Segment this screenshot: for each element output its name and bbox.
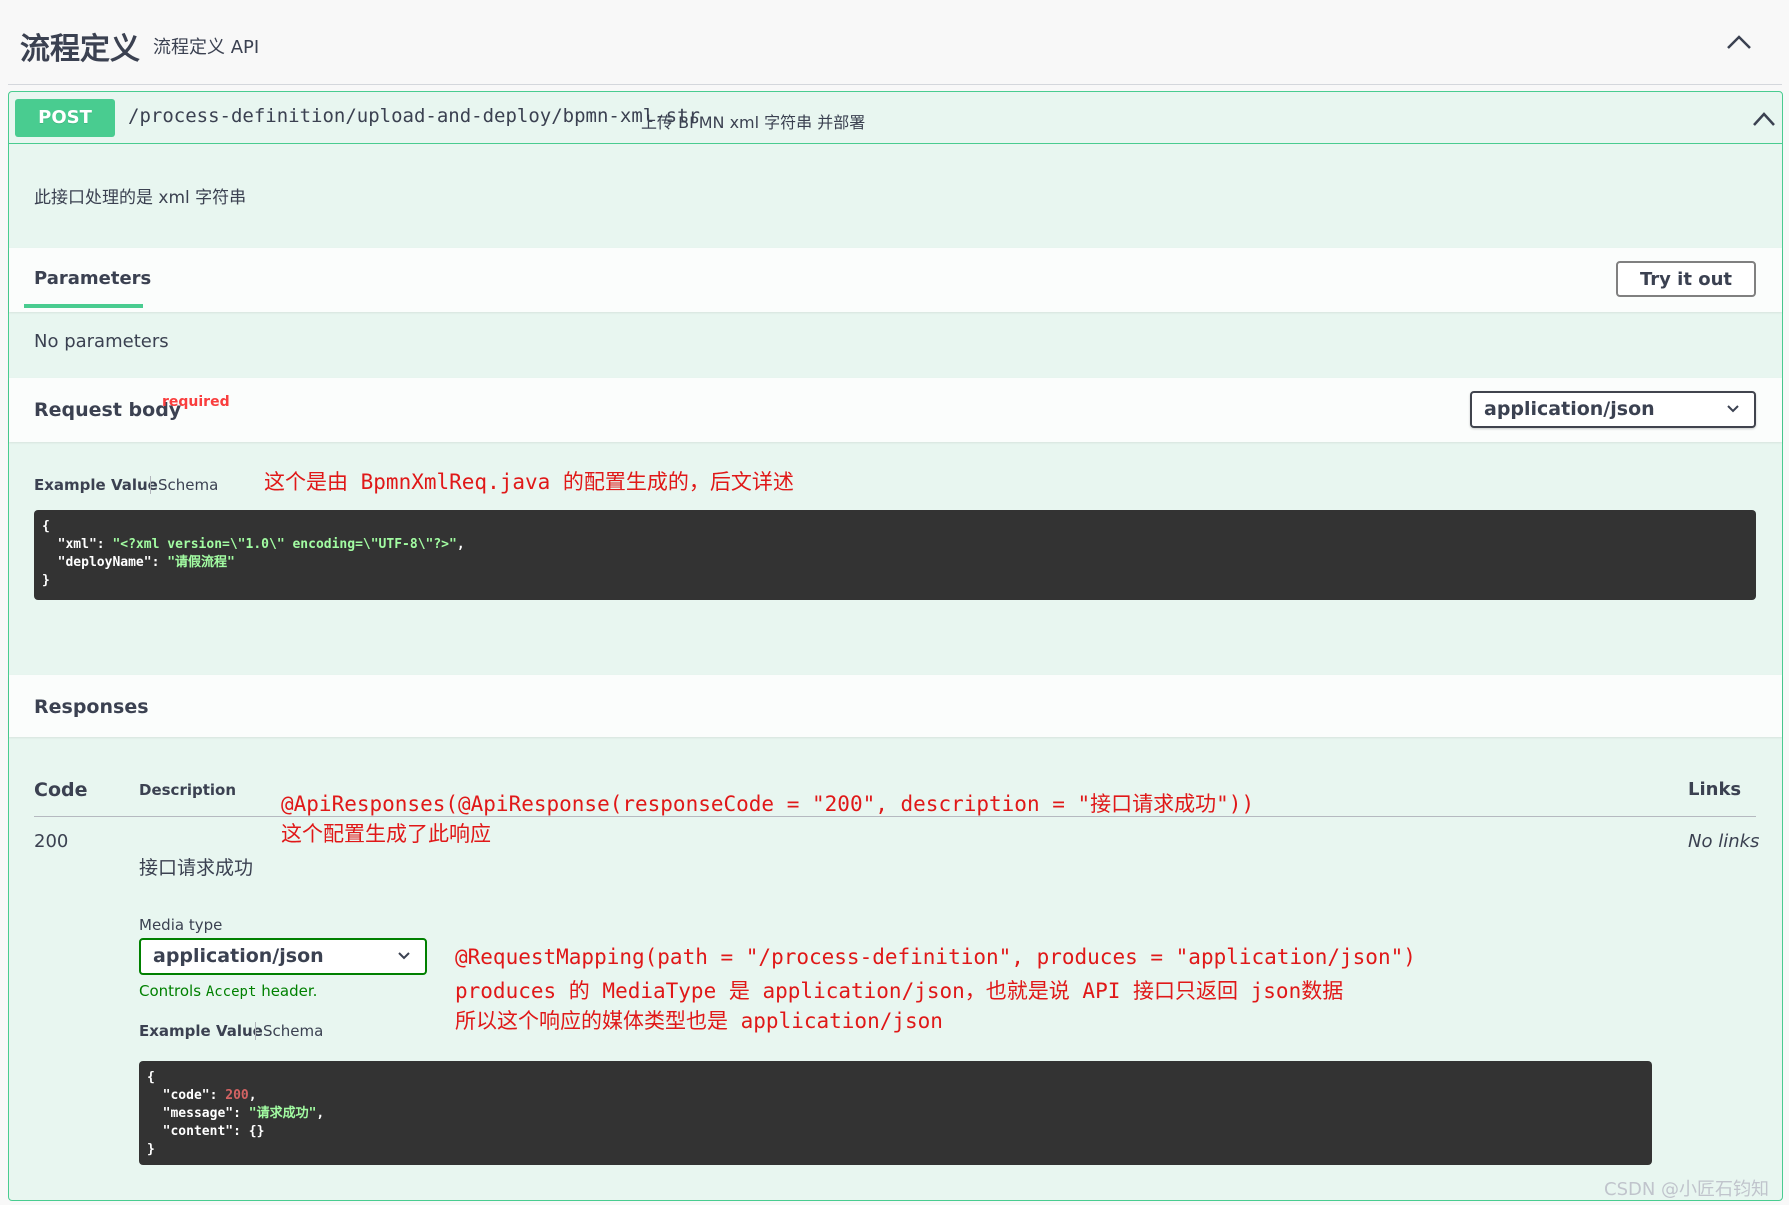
tab-parameters[interactable]: Parameters xyxy=(34,268,151,289)
operation-summary-text: 上传 BPMN xml 字符串 并部署 xyxy=(641,113,866,132)
column-header-code: Code xyxy=(34,779,88,801)
response-media-type-value: application/json xyxy=(153,945,324,967)
tab-active-indicator xyxy=(24,304,143,308)
response-tab-example-value[interactable]: Example Value xyxy=(139,1022,263,1040)
method-badge: POST xyxy=(15,99,115,137)
tab-separator xyxy=(150,476,151,494)
request-content-type-value: application/json xyxy=(1484,398,1655,420)
response-description: 接口请求成功 xyxy=(139,857,254,879)
tab-example-value[interactable]: Example Value xyxy=(34,476,158,494)
request-example-code-block: { "xml": "<?xml version=\"1.0\" encoding… xyxy=(34,510,1756,600)
tab-separator xyxy=(255,1022,256,1040)
annotation-mapping-note-3: 所以这个响应的媒体类型也是 application/json xyxy=(455,1009,943,1033)
tab-schema[interactable]: Schema xyxy=(158,476,218,494)
no-parameters-text: No parameters xyxy=(34,331,169,352)
annotation-request-note: 这个是由 BpmnXmlReq.java 的配置生成的，后文详述 xyxy=(264,470,794,494)
chevron-down-icon xyxy=(1727,405,1739,413)
try-it-out-button[interactable]: Try it out xyxy=(1616,261,1756,297)
response-example-code-block: { "code": 200, "message": "请求成功", "conte… xyxy=(139,1061,1652,1165)
request-content-type-select[interactable]: application/json xyxy=(1470,391,1756,428)
column-header-description: Description xyxy=(139,781,237,799)
media-type-label: Media type xyxy=(139,916,223,934)
controls-accept-note: Controls Accept header. xyxy=(139,982,318,1000)
annotation-response-note-1: @ApiResponses(@ApiResponse(responseCode … xyxy=(281,792,1255,816)
response-media-type-select[interactable]: application/json xyxy=(139,938,427,975)
watermark: CSDN @小匠石钧知 xyxy=(1604,1179,1770,1200)
response-links: No links xyxy=(1688,831,1760,852)
tag-divider xyxy=(8,84,1782,85)
required-label: required xyxy=(162,394,230,410)
chevron-down-icon xyxy=(398,952,410,960)
chevron-up-icon[interactable] xyxy=(1750,108,1778,130)
response-code: 200 xyxy=(34,831,69,852)
parameters-section-header xyxy=(9,248,1782,312)
chevron-up-icon[interactable] xyxy=(1722,28,1756,56)
operation-path: /process-definition/upload-and-deploy/bp… xyxy=(128,105,700,127)
column-header-links: Links xyxy=(1688,779,1742,800)
operation-description: 此接口处理的是 xml 字符串 xyxy=(34,188,247,208)
tag-description: 流程定义 API xyxy=(153,37,260,58)
response-tab-schema[interactable]: Schema xyxy=(263,1022,323,1040)
request-body-title: Request body xyxy=(34,399,182,421)
annotation-mapping-note-1: @RequestMapping(path = "/process-definit… xyxy=(455,945,1416,969)
annotation-response-note-2: 这个配置生成了此响应 xyxy=(281,822,491,846)
annotation-mapping-note-2: produces 的 MediaType 是 application/json，… xyxy=(455,979,1344,1003)
tag-title: 流程定义 xyxy=(20,32,140,67)
responses-section-header xyxy=(9,675,1782,737)
responses-title: Responses xyxy=(34,696,149,718)
